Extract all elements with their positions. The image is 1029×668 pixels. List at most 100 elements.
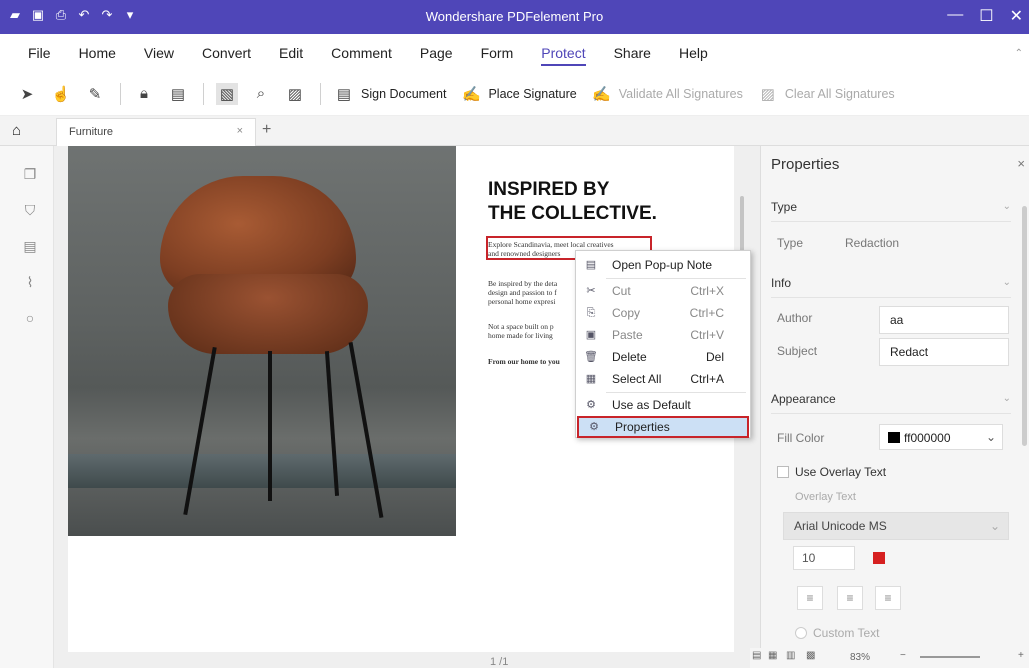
section-type[interactable]: Type ⌄ xyxy=(771,192,1011,222)
menu-bar: File Home View Convert Edit Comment Page… xyxy=(0,34,1029,72)
single-page-icon[interactable]: ▤ xyxy=(752,650,761,661)
align-center-icon[interactable]: ≡ xyxy=(875,586,901,610)
menu-delete[interactable]: 🗑︎ Delete Del xyxy=(576,346,752,368)
tab-furniture[interactable]: Furniture × xyxy=(56,118,256,146)
properties-title: Properties xyxy=(771,156,840,173)
font-select[interactable]: Arial Unicode MS ⌄ xyxy=(783,512,1009,540)
menu-paste[interactable]: ▣ Paste Ctrl+V xyxy=(576,324,752,346)
menu-home[interactable]: Home xyxy=(65,34,130,72)
close-panel-icon[interactable]: × xyxy=(1017,156,1025,171)
author-field[interactable]: aa xyxy=(879,306,1009,334)
menu-item-shortcut: Ctrl+A xyxy=(690,372,724,386)
window-title: Wondershare PDFelement Pro xyxy=(425,9,604,24)
subject-field[interactable]: Redact xyxy=(879,338,1009,366)
menu-item-label: Select All xyxy=(612,372,662,386)
minimize-button[interactable]: — xyxy=(947,6,963,26)
menu-properties[interactable]: ⚙ Properties xyxy=(577,416,749,438)
document-tab-bar: ⌂ Furniture × + xyxy=(0,116,1029,146)
collapse-ribbon-icon[interactable]: ⌃ xyxy=(1015,48,1023,59)
custom-text-radio[interactable] xyxy=(795,627,807,639)
two-page-icon[interactable]: ▥ xyxy=(786,650,795,661)
menu-open-popup-note[interactable]: ▤ Open Pop-up Note xyxy=(576,254,752,276)
clear-all-signatures-button[interactable]: ▨ Clear All Signatures xyxy=(757,83,895,105)
zoom-in-button[interactable]: + xyxy=(1018,650,1024,661)
apply-redaction-icon[interactable]: ▨ xyxy=(284,83,306,105)
new-tab-button[interactable]: + xyxy=(262,121,271,139)
toolbar-divider xyxy=(203,82,204,105)
menu-comment[interactable]: Comment xyxy=(317,34,406,72)
thumbnails-icon[interactable]: ❐ xyxy=(22,166,38,182)
type-value: Redaction xyxy=(845,236,900,250)
chevron-down-icon: ⌄ xyxy=(1002,277,1011,288)
attachment-icon[interactable]: ⌇ xyxy=(22,274,38,290)
fill-color-select[interactable]: ff000000 ⌄ xyxy=(879,424,1003,450)
menu-form[interactable]: Form xyxy=(467,34,528,72)
menu-page[interactable]: Page xyxy=(406,34,467,72)
menu-file[interactable]: File xyxy=(14,34,65,72)
menu-protect[interactable]: Protect xyxy=(527,34,599,72)
scrollbar-thumb[interactable] xyxy=(740,196,744,256)
place-signature-icon: ✍ xyxy=(462,85,481,103)
font-size-select[interactable]: 10 xyxy=(793,546,855,570)
menu-view[interactable]: View xyxy=(130,34,188,72)
menu-convert[interactable]: Convert xyxy=(188,34,265,72)
left-sidebar: ❐ ⛉ ▤ ⌇ ○ › xyxy=(0,146,60,668)
zoom-out-button[interactable]: − xyxy=(900,650,906,661)
select-tool-icon[interactable]: ➤ xyxy=(16,83,38,105)
overlay-text-checkbox[interactable] xyxy=(777,466,789,478)
place-signature-button[interactable]: ✍ Place Signature xyxy=(460,83,577,105)
bookmark-icon[interactable]: ⛉ xyxy=(22,202,38,218)
section-appearance[interactable]: Appearance ⌄ xyxy=(771,384,1011,414)
sign-document-icon: ▤ xyxy=(336,85,352,103)
menu-share[interactable]: Share xyxy=(600,34,665,72)
chevron-down-icon: ⌄ xyxy=(1002,393,1011,404)
chair-seat xyxy=(168,274,368,354)
menu-item-label: Cut xyxy=(612,284,631,298)
menu-copy[interactable]: ⎘ Copy Ctrl+C xyxy=(576,302,752,324)
section-info[interactable]: Info ⌄ xyxy=(771,268,1011,298)
validate-all-signatures-button[interactable]: ✍ Validate All Signatures xyxy=(591,83,743,105)
continuous-icon[interactable]: ▦ xyxy=(768,650,777,661)
menu-help[interactable]: Help xyxy=(665,34,722,72)
menu-separator xyxy=(606,278,746,279)
menu-item-label: Use as Default xyxy=(612,398,691,412)
menu-item-label: Paste xyxy=(612,328,643,342)
para3-line-2: home made for living xyxy=(488,331,553,340)
grid-view-icon[interactable]: ▩ xyxy=(806,650,815,661)
menu-use-as-default[interactable]: ⚙ Use as Default xyxy=(576,394,752,416)
close-button[interactable]: ✕ xyxy=(1010,6,1023,26)
mark-redaction-icon[interactable]: ▧ xyxy=(216,82,238,105)
comments-icon[interactable]: ▤ xyxy=(22,238,38,254)
paste-icon: ▣ xyxy=(585,329,597,341)
section-label: Type xyxy=(771,200,798,214)
maximize-button[interactable]: ☐ xyxy=(979,6,993,26)
search-redact-icon[interactable]: ⌕ xyxy=(250,83,272,105)
heading-line-2: THE COLLECTIVE. xyxy=(488,203,657,224)
edit-tool-icon[interactable]: ✎ xyxy=(84,83,106,105)
use-overlay-text-label: Use Overlay Text xyxy=(795,465,887,479)
clear-all-label: Clear All Signatures xyxy=(784,86,895,101)
zoom-level[interactable]: 83% xyxy=(850,652,870,663)
password-lock-icon[interactable]: 🔒︎ xyxy=(133,83,155,105)
validate-all-label: Validate All Signatures xyxy=(618,86,743,101)
menu-cut[interactable]: ✂ Cut Ctrl+X xyxy=(576,280,752,302)
permission-icon[interactable]: ▤ xyxy=(167,83,189,105)
panel-scrollbar[interactable] xyxy=(1022,206,1027,446)
menu-select-all[interactable]: ▦ Select All Ctrl+A xyxy=(576,368,752,390)
menu-item-label: Copy xyxy=(612,306,641,320)
text-color-swatch[interactable] xyxy=(873,552,885,564)
tab-close-button[interactable]: × xyxy=(237,125,243,137)
note-icon: ▤ xyxy=(585,259,597,271)
hand-tool-icon[interactable]: ☝ xyxy=(50,83,72,105)
align-left-icon[interactable]: ≡ xyxy=(797,586,823,610)
toolbar-divider xyxy=(320,82,321,105)
pdfelement-window: ▰ ▣ ⎙ ↶ ↷ ▾ Wondershare PDFelement Pro —… xyxy=(0,0,1029,668)
place-signature-label: Place Signature xyxy=(488,86,577,101)
page-indicator[interactable]: 1 /1 xyxy=(490,656,508,668)
menu-edit[interactable]: Edit xyxy=(265,34,317,72)
zoom-slider[interactable] xyxy=(920,656,980,658)
home-icon[interactable]: ⌂ xyxy=(12,122,21,139)
sign-document-button[interactable]: ▤ Sign Document xyxy=(333,83,447,105)
search-icon[interactable]: ○ xyxy=(22,310,38,326)
align-right-icon[interactable]: ≡ xyxy=(837,586,863,610)
